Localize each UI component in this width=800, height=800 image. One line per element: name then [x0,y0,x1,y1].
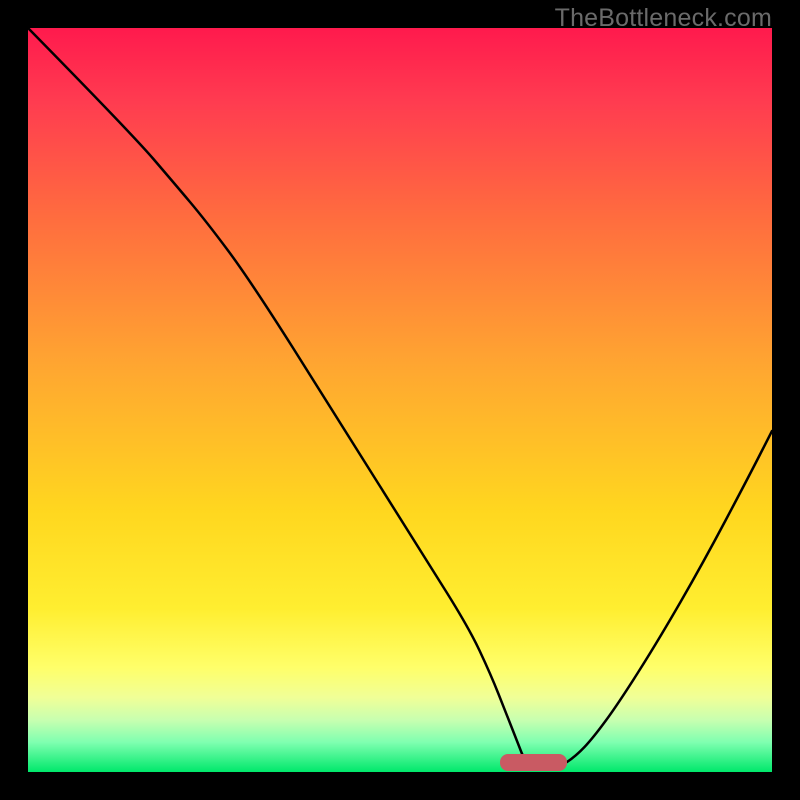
watermark-text: TheBottleneck.com [555,4,772,33]
bottleneck-curve [28,28,772,772]
optimal-range-marker [500,754,567,770]
chart-container: TheBottleneck.com [0,0,800,800]
plot-area [28,28,772,772]
